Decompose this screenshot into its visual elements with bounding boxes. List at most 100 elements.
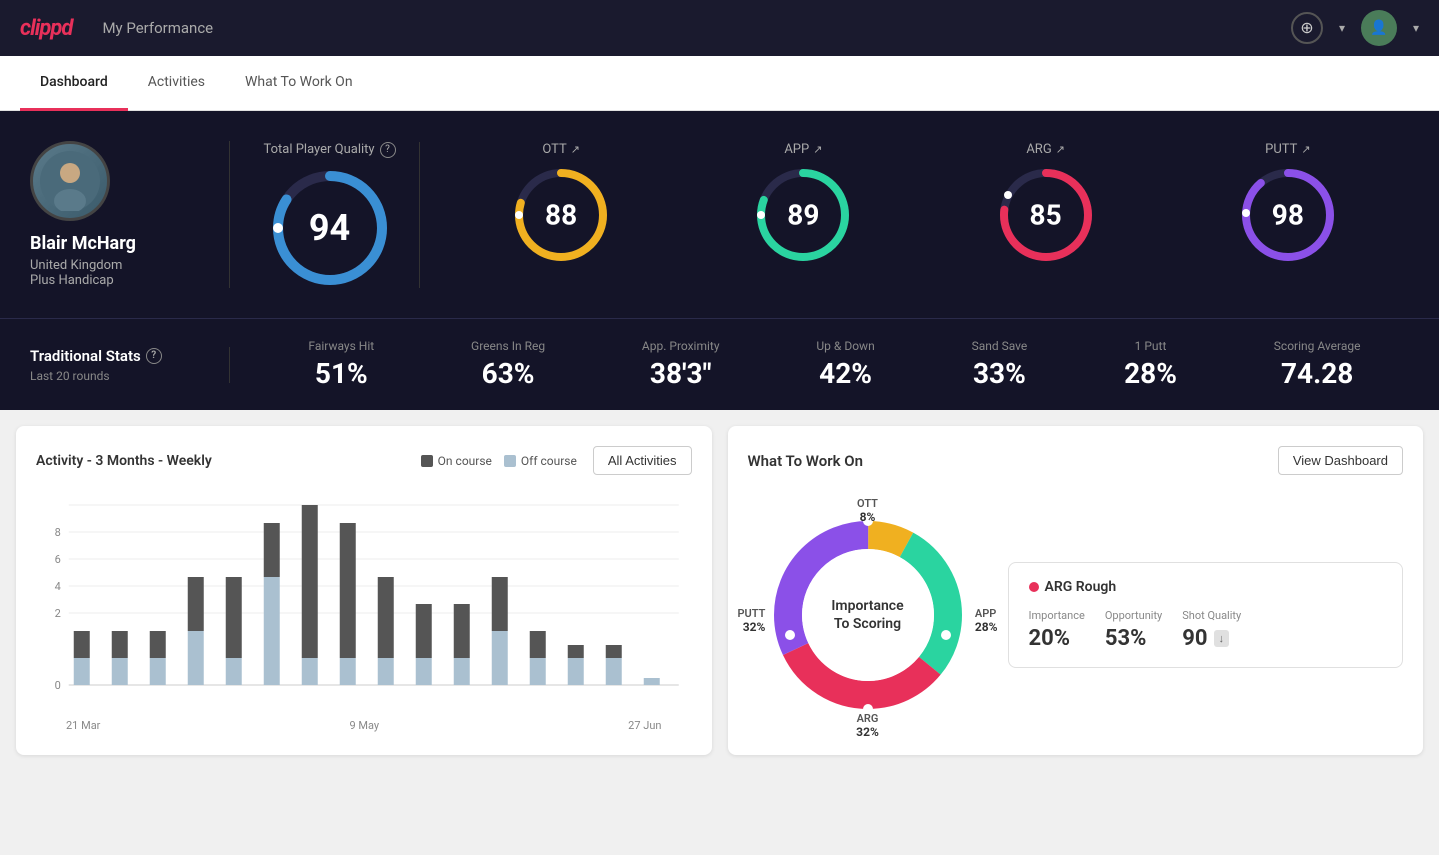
wtwo-header: What To Work On View Dashboard xyxy=(748,446,1404,475)
bar-off-13 xyxy=(530,658,546,685)
info-card-dot xyxy=(1029,582,1039,592)
metric-importance: Importance 20% xyxy=(1029,609,1085,651)
header: clippd My Performance ⊕ ▾ 👤 ▾ xyxy=(0,0,1439,56)
bar-on-14 xyxy=(568,645,584,658)
scores-section: Total Player Quality ? 94 OTT xyxy=(230,142,1409,288)
app-ring: 89 xyxy=(753,165,853,265)
bar-off-11 xyxy=(454,658,470,685)
putt-arrow: ↗ xyxy=(1301,143,1310,156)
wtwo-title: What To Work On xyxy=(748,452,864,470)
player-name: Blair McHarg xyxy=(30,233,136,254)
arg-value: 85 xyxy=(1030,198,1062,231)
svg-text:4: 4 xyxy=(55,580,61,593)
ts-stat-updown: Up & Down 42% xyxy=(816,339,874,390)
add-button[interactable]: ⊕ xyxy=(1291,12,1323,44)
bar-on-3 xyxy=(150,631,166,658)
bar-off-2 xyxy=(112,658,128,685)
total-quality: Total Player Quality ? 94 xyxy=(260,142,420,288)
info-card-title: ARG Rough xyxy=(1029,579,1383,595)
donut-label-app: APP 28% xyxy=(975,607,998,634)
ts-subtitle: Last 20 rounds xyxy=(30,369,209,383)
metric-opportunity: Opportunity 53% xyxy=(1105,609,1162,651)
traditional-stats: Traditional Stats ? Last 20 rounds Fairw… xyxy=(0,318,1439,410)
app-arrow: ↗ xyxy=(813,143,822,156)
ts-title-text: Traditional Stats ? xyxy=(30,347,209,365)
legend-on-course-dot xyxy=(421,455,433,467)
legend-on-course: On course xyxy=(421,454,492,468)
user-avatar[interactable]: 👤 xyxy=(1361,10,1397,46)
ts-info-icon[interactable]: ? xyxy=(146,348,162,364)
bar-off-3 xyxy=(150,658,166,685)
x-label-1: 21 Mar xyxy=(66,719,100,732)
tab-dashboard[interactable]: Dashboard xyxy=(20,56,128,111)
x-label-2: 9 May xyxy=(349,719,379,732)
bar-on-12 xyxy=(492,577,508,631)
arg-ring: 85 xyxy=(996,165,1096,265)
bar-off-7 xyxy=(302,658,318,685)
total-quality-label: Total Player Quality ? xyxy=(263,142,395,158)
cat-score-app: APP ↗ 89 xyxy=(753,142,853,288)
svg-text:8: 8 xyxy=(55,526,61,539)
wtwo-content: ImportanceTo Scoring OTT 8% APP 28% ARG … xyxy=(748,495,1404,735)
total-quality-ring: 94 xyxy=(270,168,390,288)
ts-stats-row: Fairways Hit 51% Greens In Reg 63% App. … xyxy=(230,339,1409,390)
player-info: Blair McHarg United Kingdom Plus Handica… xyxy=(30,141,230,288)
donut-chart: ImportanceTo Scoring OTT 8% APP 28% ARG … xyxy=(748,495,988,735)
donut-center-text: ImportanceTo Scoring xyxy=(831,597,903,633)
total-quality-value: 94 xyxy=(309,207,350,249)
dot-app xyxy=(941,630,951,640)
ott-label: OTT ↗ xyxy=(542,142,580,157)
arg-label: ARG ↗ xyxy=(1026,142,1065,157)
player-avatar xyxy=(30,141,110,221)
bar-on-8 xyxy=(340,523,356,658)
bar-on-9 xyxy=(378,577,394,658)
view-dashboard-button[interactable]: View Dashboard xyxy=(1278,446,1403,475)
activity-chart-svg: 0 2 4 6 8 xyxy=(36,495,692,715)
app-value: 89 xyxy=(787,198,819,231)
bar-off-1 xyxy=(74,658,90,685)
bar-off-12 xyxy=(492,631,508,685)
player-country: United Kingdom xyxy=(30,258,122,273)
cat-score-ott: OTT ↗ 88 xyxy=(511,142,611,288)
svg-text:2: 2 xyxy=(55,607,61,620)
shot-quality-badge: ↓ xyxy=(1214,630,1230,647)
donut-label-arg: ARG 32% xyxy=(856,712,879,739)
bar-on-11 xyxy=(454,604,470,658)
putt-ring: 98 xyxy=(1238,165,1338,265)
ts-stat-proximity: App. Proximity 38'3" xyxy=(642,339,720,390)
bar-off-16 xyxy=(644,678,660,685)
bar-on-6 xyxy=(264,523,280,577)
bar-on-1 xyxy=(74,631,90,658)
bar-off-14 xyxy=(568,658,584,685)
app-label: APP ↗ xyxy=(784,142,822,157)
bar-on-7 xyxy=(302,505,318,658)
bar-off-6 xyxy=(264,577,280,685)
info-icon[interactable]: ? xyxy=(380,142,396,158)
bar-off-4 xyxy=(188,631,204,685)
arg-arrow: ↗ xyxy=(1056,143,1065,156)
donut-label-putt: PUTT 32% xyxy=(738,607,766,634)
tab-activities[interactable]: Activities xyxy=(128,56,225,111)
ott-value: 88 xyxy=(545,198,577,231)
tab-bar: Dashboard Activities What To Work On xyxy=(0,56,1439,111)
what-to-work-on-card: What To Work On View Dashboard xyxy=(728,426,1424,755)
bar-off-15 xyxy=(606,658,622,685)
info-card-metrics: Importance 20% Opportunity 53% Shot Qual… xyxy=(1029,609,1383,651)
bottom-section: Activity - 3 Months - Weekly On course O… xyxy=(0,410,1439,771)
putt-label: PUTT ↗ xyxy=(1265,142,1310,157)
avatar-chevron: ▾ xyxy=(1413,21,1419,35)
x-label-3: 27 Jun xyxy=(628,719,661,732)
x-labels: 21 Mar 9 May 27 Jun xyxy=(36,715,692,732)
player-handicap: Plus Handicap xyxy=(30,273,114,288)
bar-off-10 xyxy=(416,658,432,685)
ts-stat-1putt: 1 Putt 28% xyxy=(1124,339,1177,390)
tab-what-to-work-on[interactable]: What To Work On xyxy=(225,56,373,111)
bar-on-13 xyxy=(530,631,546,658)
app-logo: clippd xyxy=(20,16,72,41)
activity-chart-area: 0 2 4 6 8 xyxy=(36,495,692,715)
all-activities-button[interactable]: All Activities xyxy=(593,446,692,475)
header-actions: ⊕ ▾ 👤 ▾ xyxy=(1291,10,1419,46)
cat-score-arg: ARG ↗ 85 xyxy=(996,142,1096,288)
bar-off-8 xyxy=(340,658,356,685)
donut-label-ott: OTT 8% xyxy=(857,497,878,524)
